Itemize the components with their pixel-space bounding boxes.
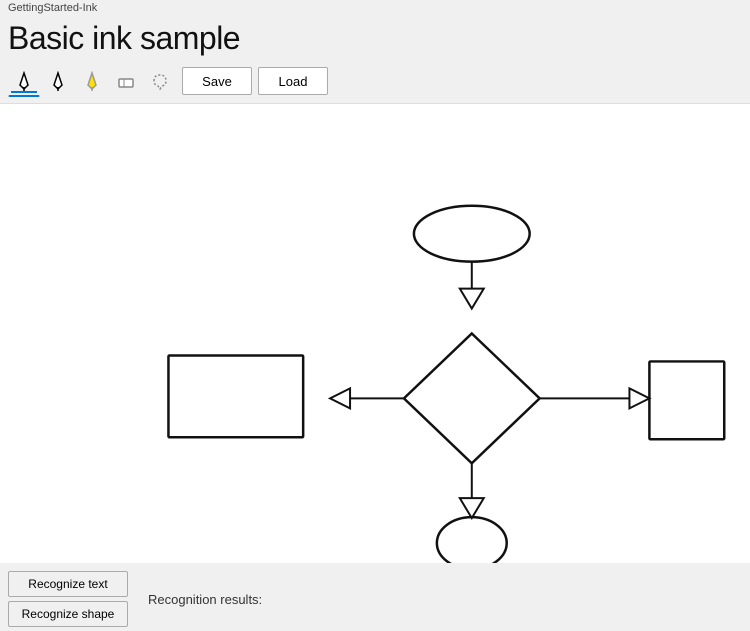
title-bar: GettingStarted-Ink — [0, 0, 750, 16]
page-title: Basic ink sample — [0, 16, 750, 63]
lasso-tool[interactable] — [144, 65, 176, 97]
save-button[interactable]: Save — [182, 67, 252, 95]
recognize-text-button[interactable]: Recognize text — [8, 571, 128, 597]
eraser-tool[interactable] — [110, 65, 142, 97]
toolbar: Save Load — [0, 63, 750, 103]
canvas-area[interactable] — [0, 103, 750, 563]
highlighter-tool[interactable] — [76, 65, 108, 97]
pen-tool-2[interactable] — [42, 65, 74, 97]
load-button[interactable]: Load — [258, 67, 328, 95]
bottom-section: Recognize text Recognize shape Recogniti… — [0, 563, 750, 631]
pen-tool-1[interactable] — [8, 65, 40, 97]
window-title: GettingStarted-Ink — [8, 2, 97, 14]
recognize-shape-button[interactable]: Recognize shape — [8, 601, 128, 627]
recognition-results-label: Recognition results: — [140, 592, 262, 607]
recognize-buttons: Recognize text Recognize shape — [8, 571, 128, 627]
